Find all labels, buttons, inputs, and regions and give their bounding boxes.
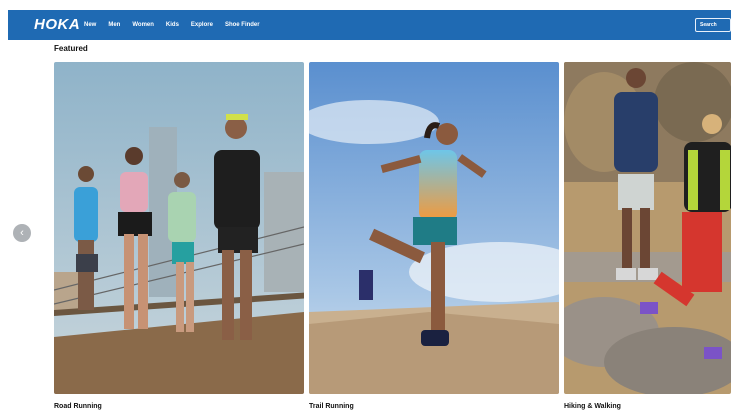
site-header: HOKA New Men Women Kids Explore Shoe Fin… [8, 10, 731, 40]
nav-item-men[interactable]: Men [108, 22, 120, 28]
page: HOKA New Men Women Kids Explore Shoe Fin… [0, 0, 731, 412]
carousel-prev-button[interactable]: ‹ [13, 224, 31, 242]
card-label-trail-running[interactable]: Trail Running [309, 403, 354, 410]
nav-item-kids[interactable]: Kids [166, 22, 179, 28]
card-road-running-image[interactable] [54, 62, 304, 394]
search-input[interactable]: Search [695, 18, 731, 32]
chevron-left-icon: ‹ [20, 227, 24, 239]
nav-item-women[interactable]: Women [132, 22, 154, 28]
card-hiking-walking-image[interactable] [564, 62, 731, 394]
nav-item-shoe-finder[interactable]: Shoe Finder [225, 22, 260, 28]
section-title: Featured [54, 44, 88, 53]
nav-item-explore[interactable]: Explore [191, 22, 213, 28]
card-trail-running-image[interactable] [309, 62, 559, 394]
brand-logo[interactable]: HOKA [34, 16, 80, 33]
card-label-hiking-walking[interactable]: Hiking & Walking [564, 403, 621, 410]
card-label-road-running[interactable]: Road Running [54, 403, 102, 410]
nav-item-new[interactable]: New [84, 22, 96, 28]
main-nav: New Men Women Kids Explore Shoe Finder [84, 10, 272, 40]
